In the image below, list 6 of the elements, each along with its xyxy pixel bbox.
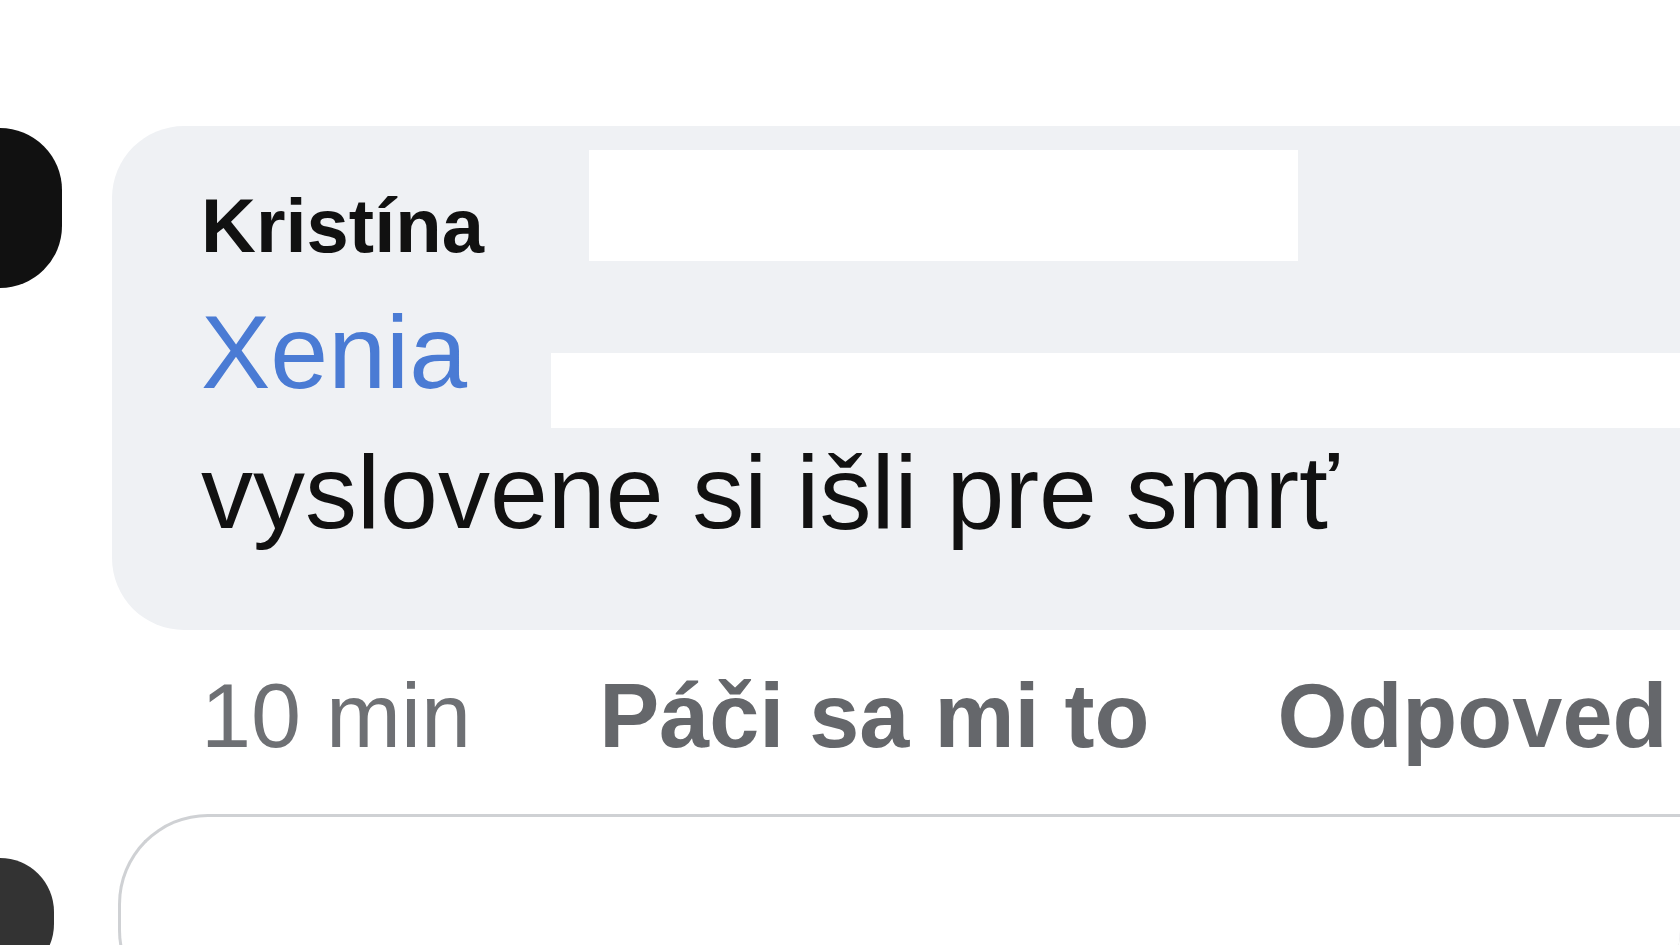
like-link[interactable]: Páči sa mi to [599, 666, 1150, 766]
mention-link[interactable]: Xenia [201, 282, 467, 422]
author-name[interactable]: Kristína [201, 178, 484, 274]
reply-link[interactable]: Odpoved [1277, 666, 1668, 766]
comment-time: 10 min [201, 666, 472, 766]
comment-text: vyslovene si išli pre smrť [201, 433, 1340, 552]
